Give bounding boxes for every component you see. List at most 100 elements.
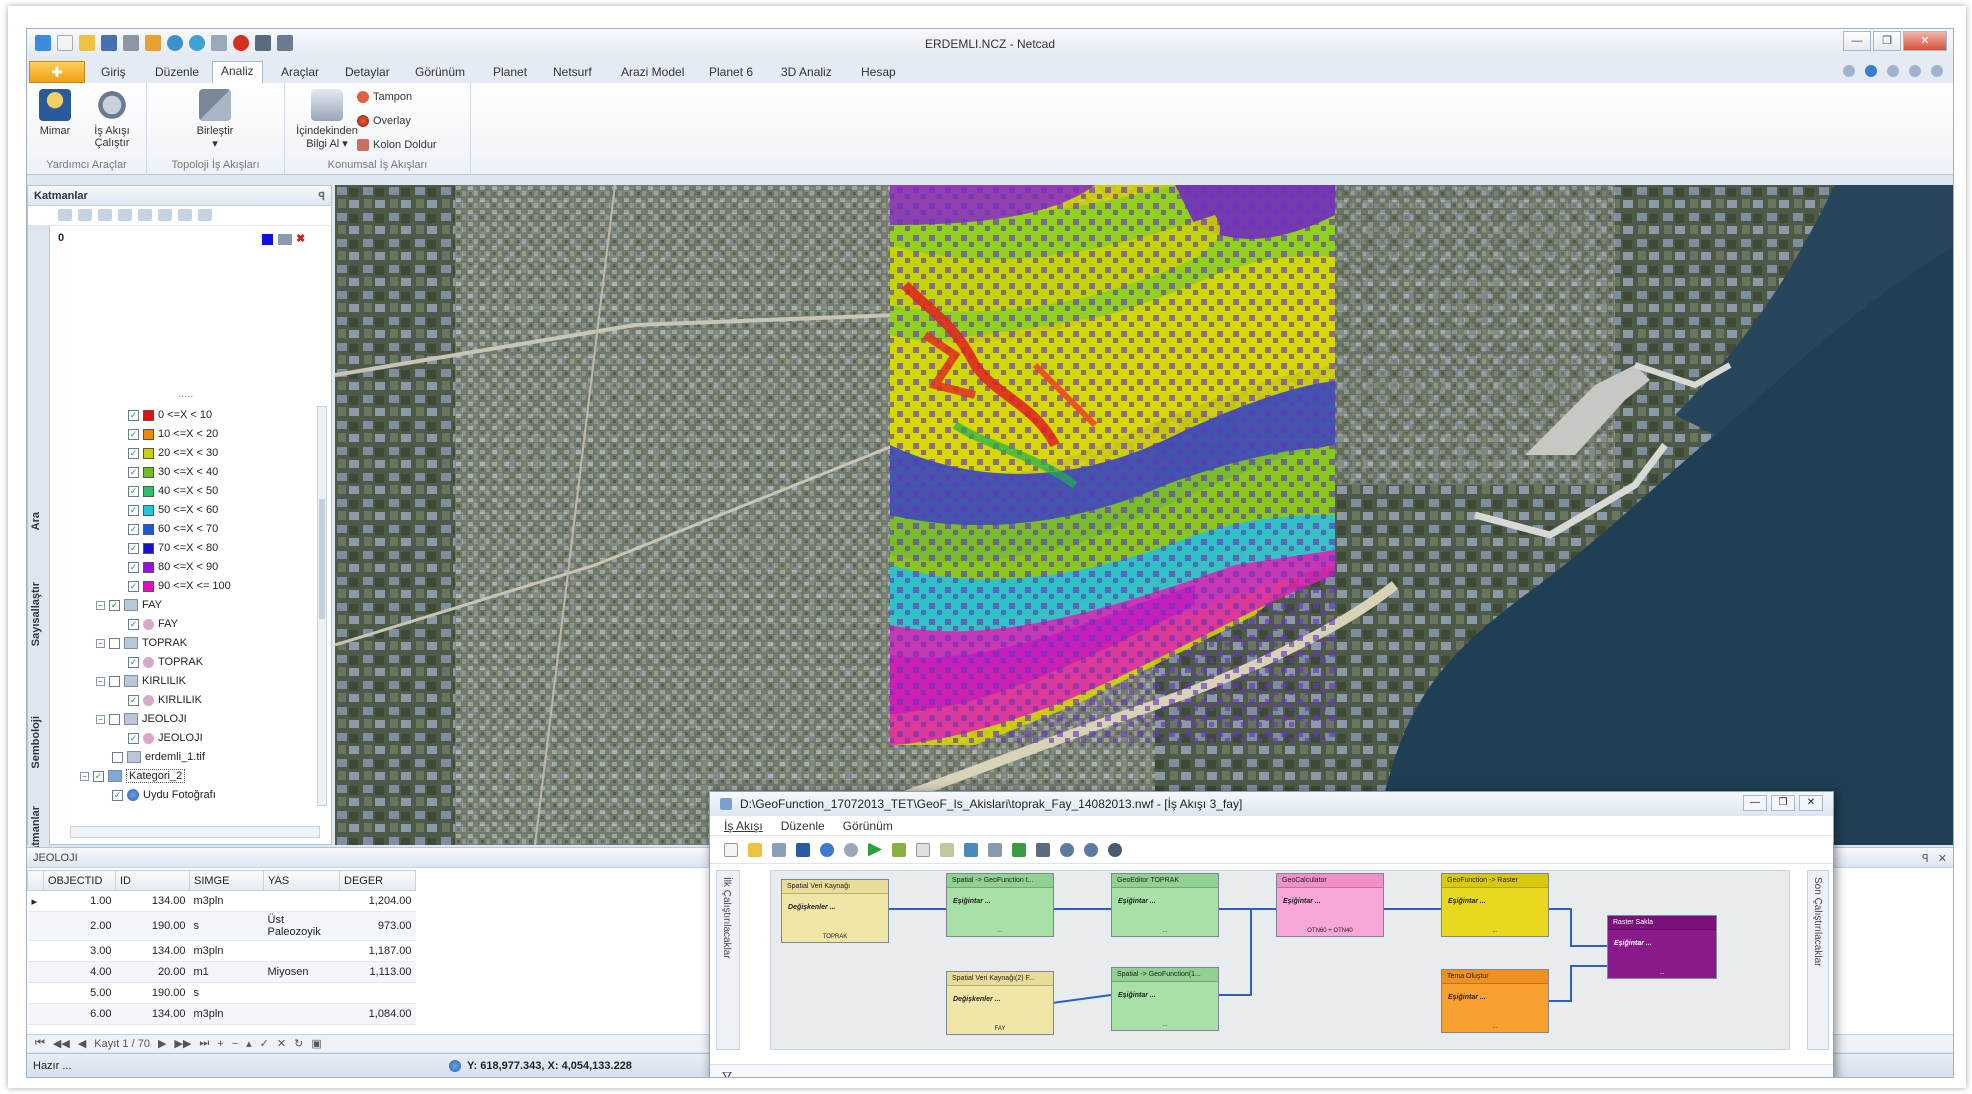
birlestir-button[interactable]: Birleştir ▾ [177,89,253,150]
table-cell[interactable]: 20.00 [115,961,190,983]
node-spatial-to-geofunction-1[interactable]: Spatial -> GeoFunction(1... Eşiğintar ..… [1111,967,1219,1031]
tab-planet[interactable]: Planet [485,63,535,83]
wf-tool-icon[interactable] [988,842,1002,857]
row-selector[interactable] [27,911,44,941]
mimar-button[interactable]: Mimar [35,89,75,137]
expand-toggle[interactable]: − [96,676,105,686]
is-akisi-calistir-button[interactable]: İş Akışı Çalıştır [87,89,137,149]
wf-link-icon[interactable] [1012,842,1026,857]
legend-item[interactable]: ✓ 90 <=X <= 100 [128,577,231,595]
save-table-icon[interactable]: ▣ [311,1037,321,1050]
group-checkbox[interactable] [109,637,120,649]
legend-checkbox[interactable]: ✓ [128,504,139,516]
layer-label-icon[interactable] [178,209,192,221]
table-cell[interactable]: 973.00 [339,911,416,941]
wf-undo-icon[interactable] [820,842,834,857]
table-row[interactable]: 5.00 190.00 s [27,982,416,1004]
table-cell[interactable]: s [189,982,264,1004]
legend-item[interactable]: ✓ 80 <=X < 90 [128,558,218,576]
minimize-button[interactable]: — [1843,31,1871,51]
table-cell[interactable]: 134.00 [115,940,190,962]
legend-checkbox[interactable]: ✓ [128,466,139,478]
wf-run-icon[interactable] [868,842,882,857]
wf-import-icon[interactable] [772,842,786,857]
layer-group-3[interactable]: − JEOLOJI [96,710,187,728]
map-canvas[interactable] [335,185,1954,845]
ribbon-minimize-icon[interactable] [1887,65,1899,77]
legend-item[interactable]: ✓ 50 <=X < 60 [128,501,218,519]
group-checkbox[interactable] [109,713,120,725]
node-spatial-source-2[interactable]: Spatial Veri Kaynağı(2) F... Değişkenler… [946,971,1054,1035]
layer-checkbox[interactable]: ✓ [128,618,139,630]
tab-giris[interactable]: Giriş [93,63,134,83]
wf-eye-icon[interactable] [1108,842,1122,857]
legend-item[interactable]: ✓ 60 <=X < 70 [128,520,218,538]
table-cell[interactable]: 1.00 [43,890,116,912]
layer-tree-hscrollbar[interactable] [70,826,320,838]
tab-gorunum[interactable]: Görünüm [407,63,473,83]
table-cell[interactable]: 2.00 [43,911,116,941]
category-checkbox[interactable]: ✓ [93,770,104,782]
add-layer-icon[interactable] [58,209,72,221]
vtab-sayisallastir[interactable]: Sayısallaştır [30,582,42,646]
layer-visibility-icon[interactable] [278,234,292,245]
tab-detaylar[interactable]: Detaylar [337,63,398,83]
close-button[interactable]: ✕ [1903,31,1947,51]
table-cell[interactable]: m3pln [189,890,264,912]
table-row[interactable]: 3.00 134.00 m3pln 1,187.00 [27,940,416,962]
lock-icon[interactable] [198,209,212,221]
tab-planet6[interactable]: Planet 6 [701,63,761,83]
node-tema-olustur[interactable]: Tema Oluştur Eşiğintar ... ... [1441,969,1549,1033]
expand-toggle[interactable]: − [96,638,105,648]
table-cell[interactable] [339,982,416,1004]
file-menu-button[interactable]: ✚ [29,61,85,83]
filter-icon[interactable]: ⛛ [722,1069,732,1077]
wf-connect-icon[interactable] [964,842,978,857]
wf-open-icon[interactable] [748,842,762,857]
legend-checkbox[interactable]: ✓ [128,523,139,535]
wf-close-button[interactable]: ✕ [1799,795,1823,811]
wf-new-icon[interactable] [724,842,738,857]
maximize-button[interactable]: ❐ [1873,31,1901,51]
expand-toggle[interactable]: − [96,600,105,610]
layer-up-icon[interactable] [98,209,112,221]
tab-analiz[interactable]: Analiz [212,61,263,84]
wf-copy-icon[interactable] [916,842,930,857]
table-cell[interactable]: 5.00 [43,982,116,1004]
wf-zoom-out-icon[interactable] [1084,842,1098,857]
expand-toggle[interactable]: − [96,714,105,724]
icindekinden-bilgi-al-button[interactable]: İçindekinden Bilgi Al ▾ [291,89,363,150]
tab-netsurf[interactable]: Netsurf [545,63,600,83]
prev-record-icon[interactable]: ◀ [78,1037,86,1050]
layer-group-2[interactable]: − KIRLILIK [96,672,186,690]
row-selector[interactable] [27,961,44,983]
layer-tree-scrollbar[interactable] [317,406,327,806]
group-checkbox[interactable]: ✓ [109,599,120,611]
splitter-dots[interactable]: ..... [178,388,193,400]
layer-checkbox[interactable]: ✓ [128,656,139,668]
cancel-icon[interactable]: ✕ [277,1037,286,1050]
layer-group-0[interactable]: − ✓ FAY [96,596,162,614]
table-cell[interactable]: 6.00 [43,1003,116,1025]
legend-checkbox[interactable]: ✓ [128,447,139,459]
group-checkbox[interactable] [109,675,120,687]
workflow-canvas[interactable]: Spatial Veri Kaynağı Değişkenler ... TOP… [770,870,1790,1050]
layer-item-3[interactable]: ✓ JEOLOJI [128,729,203,747]
table-cell[interactable]: 1,187.00 [339,940,416,962]
layer-checkbox[interactable]: ✓ [128,694,139,706]
table-cell[interactable]: Üst Paleozoyik [263,911,340,941]
table-cell[interactable]: 134.00 [115,890,190,912]
table-cell[interactable]: 134.00 [115,1003,190,1025]
table-cell[interactable]: 190.00 [115,911,190,941]
table-cell[interactable]: 4.00 [43,961,116,983]
table-cell[interactable]: m3pln [189,940,264,962]
last-run-panel[interactable]: Son Çalıştırılacaklar [1807,870,1829,1050]
tampon-button[interactable]: Tampon [357,91,412,103]
table-cell[interactable] [263,982,340,1004]
table-row[interactable]: 4.00 20.00 m1 Miyosen 1,113.00 [27,961,416,983]
table-cell[interactable] [263,890,340,912]
ribbon-close-icon[interactable] [1931,65,1943,77]
tab-araclar[interactable]: Araçlar [273,63,327,83]
col-simge[interactable]: SIMGE [189,870,264,891]
pin-icon[interactable]: ꟼ [318,190,325,203]
